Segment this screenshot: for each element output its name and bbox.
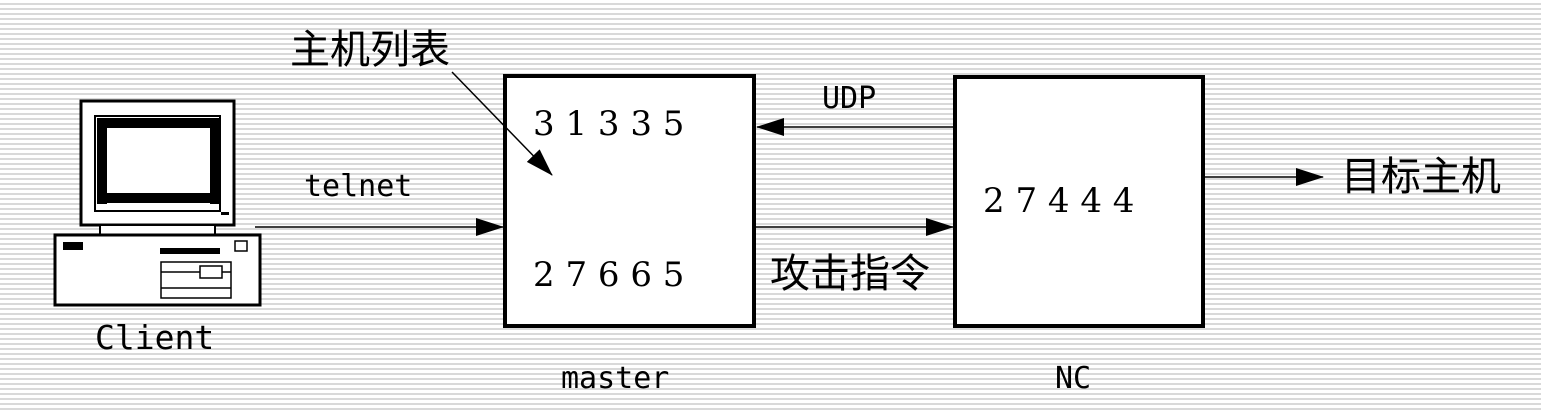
diagram-canvas: Client 3 1 3 3 5 2 7 6 6 5 master 主机列表 2… — [53, 27, 1501, 396]
host-list-label: 主机列表 — [290, 27, 450, 73]
target-host-label: 目标主机 — [1341, 154, 1501, 200]
master-label: master — [561, 361, 669, 396]
client-computer-icon — [53, 99, 262, 307]
telnet-label: telnet — [304, 169, 412, 204]
master-bottom-number: 2 7 6 6 5 — [533, 255, 684, 295]
master-top-number: 3 1 3 3 5 — [533, 104, 684, 144]
attack-command-label: 攻击指令 — [770, 251, 930, 297]
client-label: Client — [95, 318, 214, 357]
udp-label: UDP — [822, 81, 876, 116]
nc-label: NC — [1055, 361, 1091, 396]
nc-number: 2 7 4 4 4 — [983, 181, 1134, 221]
